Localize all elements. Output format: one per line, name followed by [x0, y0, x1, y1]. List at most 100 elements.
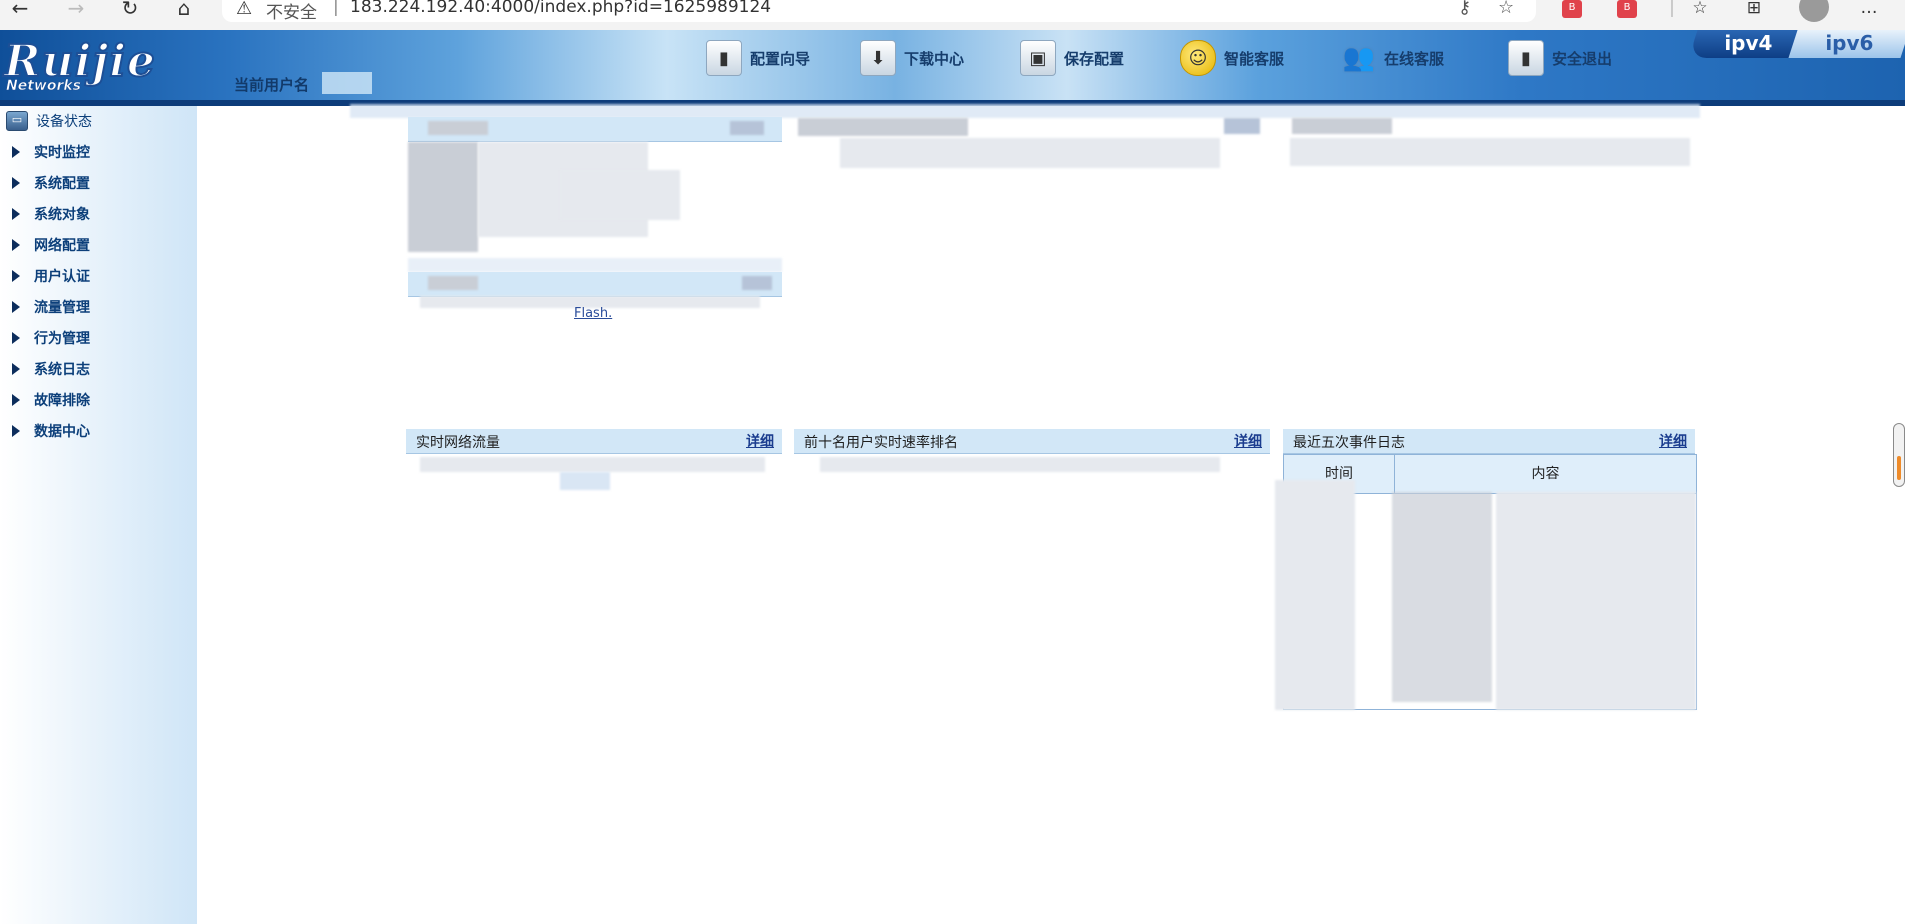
obscured-text [1292, 118, 1392, 134]
page-scrollbar[interactable] [1893, 423, 1905, 487]
obscured-text [798, 118, 968, 136]
obscured-content [408, 142, 478, 252]
key-icon[interactable]: ⚷ [1458, 0, 1471, 18]
expand-arrow-icon [12, 239, 20, 251]
expand-arrow-icon [12, 208, 20, 220]
expand-arrow-icon [12, 394, 20, 406]
expand-arrow-icon [12, 363, 20, 375]
sidebar-item-device-status[interactable]: ▭ 设备状态 [0, 108, 197, 134]
panel-detail-link[interactable]: 详细 [1659, 431, 1687, 451]
sidebar-item-traffic-mgmt[interactable]: 流量管理 [0, 294, 197, 320]
nav-label: 智能客服 [1224, 49, 1285, 68]
nav-safe-exit[interactable]: ▮ 安全退出 [1508, 38, 1612, 78]
sidebar-item-label: 流量管理 [34, 300, 90, 316]
home-icon[interactable]: ⌂ [170, 0, 198, 23]
save-icon: ▣ [1020, 40, 1056, 76]
smile-icon: ☺ [1180, 40, 1216, 76]
panel-top10-users: 前十名用户实时速率排名 详细 [794, 429, 1270, 454]
sidebar-item-label: 系统对象 [34, 207, 90, 223]
panel-head-obscured-2 [408, 272, 782, 297]
ip-version-tabs: ipv4 ipv6 [1688, 30, 1905, 60]
url-text[interactable]: 183.224.192.40:4000/index.php?id=1625989… [350, 0, 771, 17]
nav-save-config[interactable]: ▣ 保存配置 [1020, 38, 1124, 78]
obscured-text [742, 276, 772, 290]
tab-ipv6[interactable]: ipv6 [1788, 30, 1905, 58]
obscured-content [420, 457, 765, 472]
nav-label: 下载中心 [904, 49, 965, 68]
sidebar-item-label: 网络配置 [34, 238, 90, 254]
obscured-text [730, 121, 764, 135]
profile-avatar[interactable] [1799, 0, 1829, 22]
sidebar-item-label: 用户认证 [34, 269, 90, 285]
address-bar[interactable]: ⚠ 不安全 | 183.224.192.40:4000/index.php?id… [222, 0, 1536, 23]
obscured-content [1290, 138, 1690, 166]
sidebar-item-label: 实时监控 [34, 145, 90, 161]
browser-toolbar: ← → ↻ ⌂ ⚠ 不安全 | 183.224.192.40:4000/inde… [0, 0, 1905, 31]
sidebar-item-user-auth[interactable]: 用户认证 [0, 263, 197, 289]
current-user-label: 当前用户名 [234, 76, 310, 94]
obscured-header-strip [350, 104, 1700, 118]
tab-ipv4-label: ipv4 [1724, 31, 1773, 55]
sidebar-menu: ▭ 设备状态 实时监控 系统配置 系统对象 网络配置 用户认证 流量管理 行为管… [0, 106, 197, 924]
extension-icon-1[interactable]: B [1562, 0, 1582, 18]
nav-config-wizard[interactable]: ▮ 配置向导 [706, 38, 810, 78]
people-icon: 👥 [1342, 43, 1376, 73]
sidebar-item-network-config[interactable]: 网络配置 [0, 232, 197, 258]
download-icon: ⬇ [860, 40, 896, 76]
expand-arrow-icon [12, 270, 20, 282]
flash-link[interactable]: Flash. [574, 306, 612, 321]
obscured-log-time [1275, 480, 1355, 710]
collections-icon[interactable]: ⊞ [1742, 0, 1766, 22]
monitor-icon: ▭ [6, 111, 28, 131]
app-header: Ruijie Networks 当前用户名 ▮ 配置向导 ⬇ 下载中心 ▣ 保存… [0, 30, 1905, 106]
nav-label: 在线客服 [1384, 49, 1445, 68]
sidebar-item-system-objects[interactable]: 系统对象 [0, 201, 197, 227]
current-user-value [322, 72, 372, 94]
sidebar-item-label: 系统配置 [34, 176, 90, 192]
sidebar-item-system-config[interactable]: 系统配置 [0, 170, 197, 196]
sidebar-item-behavior-mgmt[interactable]: 行为管理 [0, 325, 197, 351]
extension-icon-2[interactable]: B [1617, 0, 1637, 18]
obscured-content [840, 138, 1220, 168]
expand-arrow-icon [12, 177, 20, 189]
favorite-add-icon[interactable]: ☆ [1498, 0, 1514, 18]
nav-label: 配置向导 [750, 49, 811, 68]
scrollbar-thumb[interactable] [1897, 456, 1901, 480]
panel-title: 最近五次事件日志 [1293, 435, 1405, 451]
sidebar-item-troubleshooting[interactable]: 故障排除 [0, 387, 197, 413]
nav-download-center[interactable]: ⬇ 下载中心 [860, 38, 964, 78]
reload-icon[interactable]: ↻ [116, 0, 144, 23]
ruijie-logo: Ruijie Networks [3, 35, 189, 95]
sidebar-item-label: 设备状态 [36, 114, 92, 130]
expand-arrow-icon [12, 301, 20, 313]
obscured-content [560, 472, 610, 490]
sidebar-item-realtime-monitor[interactable]: 实时监控 [0, 139, 197, 165]
forward-arrow-icon[interactable]: → [62, 0, 90, 23]
panel-head-obscured-1 [408, 117, 782, 142]
column-header-content: 内容 [1531, 466, 1560, 482]
sidebar-item-label: 数据中心 [34, 424, 90, 440]
panel-title: 前十名用户实时速率排名 [804, 435, 958, 451]
logo-subtitle: Networks [6, 78, 82, 95]
sidebar-item-label: 行为管理 [34, 331, 90, 347]
nav-smart-service[interactable]: ☺ 智能客服 [1180, 38, 1284, 78]
sidebar-item-system-log[interactable]: 系统日志 [0, 356, 197, 382]
toolbar-divider: | [1669, 0, 1675, 18]
favorites-icon[interactable]: ☆ [1688, 0, 1712, 22]
panel-recent-events: 最近五次事件日志 详细 [1283, 429, 1695, 454]
panel-detail-link[interactable]: 详细 [746, 431, 774, 451]
more-menu-icon[interactable]: … [1857, 0, 1881, 22]
address-separator: | [333, 0, 339, 17]
panel-detail-link[interactable]: 详细 [1234, 431, 1262, 451]
expand-arrow-icon [12, 332, 20, 344]
obscured-text [428, 121, 488, 135]
back-arrow-icon[interactable]: ← [6, 0, 34, 23]
sidebar-item-data-center[interactable]: 数据中心 [0, 418, 197, 444]
sidebar-item-label: 系统日志 [34, 362, 90, 378]
obscured-text [1224, 118, 1260, 134]
door-icon: ▮ [706, 40, 742, 76]
sidebar-item-label: 故障排除 [34, 393, 90, 409]
panel-realtime-traffic: 实时网络流量 详细 [406, 429, 782, 454]
warning-icon: ⚠ [236, 0, 253, 19]
nav-online-service[interactable]: 👥 在线客服 [1342, 38, 1444, 78]
